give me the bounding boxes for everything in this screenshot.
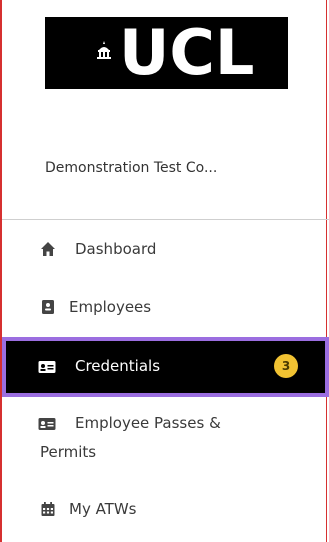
portico-dome-icon: [97, 41, 111, 59]
calendar-icon: [41, 502, 55, 516]
organization-name[interactable]: Demonstration Test Co...: [45, 160, 217, 176]
nav-item-label: Dashboard: [75, 240, 157, 258]
nav-item-label: Employees: [69, 298, 152, 316]
home-icon: [41, 242, 55, 256]
nav-item-label-line1: Employee Passes &: [75, 414, 221, 432]
nav-item-employee-passes-permits[interactable]: Employee Passes & Permits: [2, 405, 329, 471]
nav-item-label-line2: Permits: [40, 443, 97, 461]
nav-item-my-atws[interactable]: My ATWs: [2, 492, 329, 528]
nav-item-dashboard[interactable]: Dashboard: [2, 232, 329, 268]
nav-item-label: Credentials: [75, 357, 161, 375]
divider: [2, 219, 329, 220]
id-card-icon: [38, 418, 56, 430]
sidebar: UCL Demonstration Test Co... Dashboard E…: [0, 0, 329, 542]
id-badge-icon: [42, 300, 54, 314]
logo-wordmark: UCL: [119, 16, 255, 89]
count-badge: 3: [274, 354, 298, 378]
ucl-logo[interactable]: UCL: [45, 17, 288, 89]
nav-item-employees[interactable]: Employees: [2, 290, 329, 326]
id-card-icon: [38, 361, 56, 373]
nav-item-label: My ATWs: [69, 500, 137, 518]
nav-item-credentials[interactable]: Credentials 3: [2, 337, 329, 397]
